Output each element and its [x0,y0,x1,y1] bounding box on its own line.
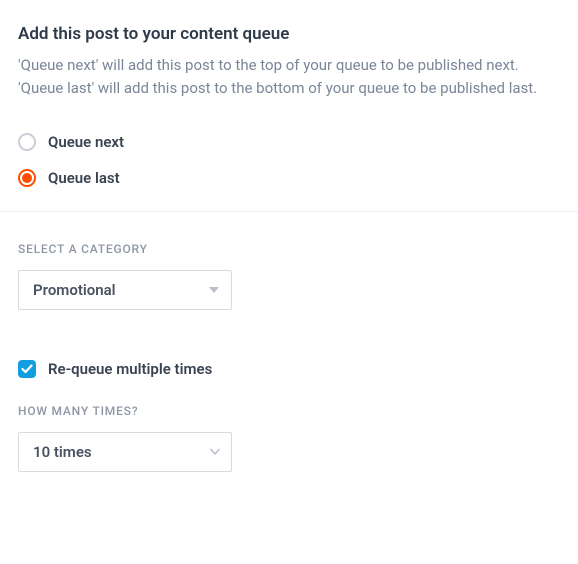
radio-icon-selected [18,169,36,187]
requeue-checkbox[interactable]: Re-queue multiple times [18,360,560,378]
page-title: Add this post to your content queue [18,24,560,44]
page-description: 'Queue next' will add this post to the t… [18,54,558,101]
radio-icon [18,133,36,151]
times-select-value: 10 times [33,443,92,461]
category-select[interactable]: Promotional [18,270,232,310]
checkbox-checked-icon [18,360,36,378]
radio-queue-next[interactable]: Queue next [18,133,560,151]
radio-label: Queue next [48,133,124,151]
radio-dot-icon [22,173,32,183]
times-section-label: HOW MANY TIMES? [18,404,560,418]
requeue-checkbox-label: Re-queue multiple times [48,360,212,378]
radio-queue-last[interactable]: Queue last [18,169,560,187]
category-select-value: Promotional [33,281,116,299]
category-section-label: SELECT A CATEGORY [18,242,560,256]
times-select[interactable]: 10 times [18,432,232,472]
radio-label: Queue last [48,169,120,187]
